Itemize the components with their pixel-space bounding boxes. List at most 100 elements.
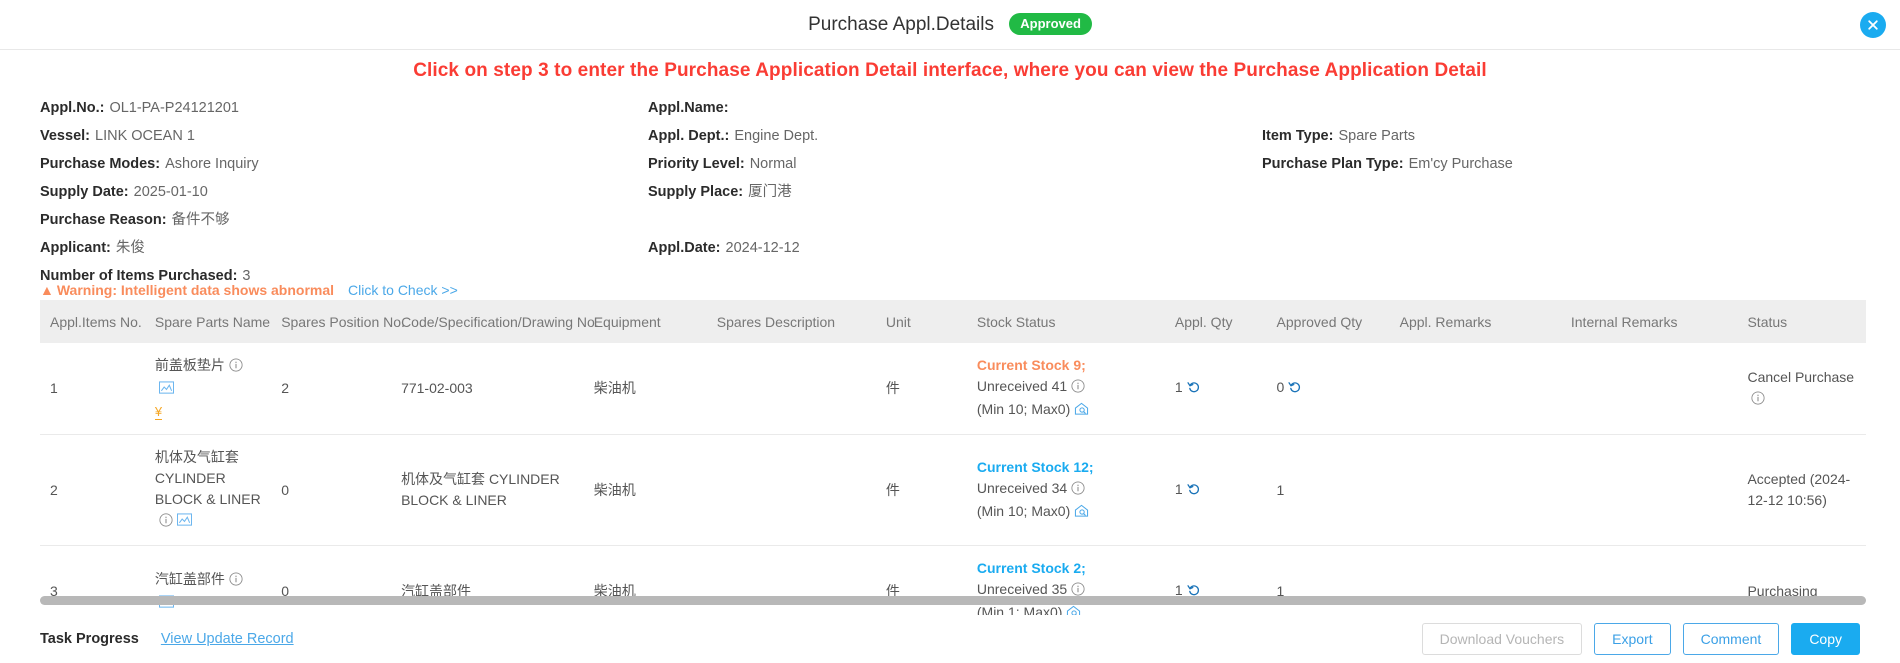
field-label: Item Type:	[1262, 128, 1334, 144]
spare-part-name-text: 机体及气缸套 CYLINDER BLOCK & LINER	[154, 449, 261, 507]
history-revert-icon[interactable]	[1187, 481, 1201, 502]
cell-equipment: 柴油机	[583, 343, 707, 435]
field-value: 2024-12-12	[725, 240, 800, 256]
table-header: Appl.Items No. Spare Parts Name Spares P…	[40, 300, 1866, 343]
cell-approved-qty: 1	[1266, 434, 1390, 546]
image-preview-icon[interactable]	[158, 380, 174, 401]
close-icon[interactable]	[1860, 12, 1886, 38]
cell-equipment: 柴油机	[583, 434, 707, 546]
field-value: Engine Dept.	[734, 128, 819, 144]
unit-value: 件	[885, 481, 900, 498]
cell-status: Accepted (2024-12-12 10:56)	[1737, 434, 1866, 546]
instruction-banner: Click on step 3 to enter the Purchase Ap…	[413, 60, 1487, 81]
col-appl-remarks: Appl. Remarks	[1389, 300, 1561, 343]
approved-qty-value: 0	[1276, 379, 1285, 395]
appl-info-section: Appl.No.: OL1-PA-P24121201 Vessel: LINK OC…	[0, 82, 1900, 284]
stock-min-max: (Min 10; Max0)	[977, 501, 1155, 524]
info-icon[interactable]	[229, 357, 243, 378]
info-icon[interactable]	[1071, 378, 1085, 399]
code-value: 机体及气缸套 CYLINDER BLOCK & LINER	[401, 471, 560, 508]
field-label: Applicant:	[40, 240, 111, 256]
col-appl-qty: Appl. Qty	[1164, 300, 1267, 343]
cell-appl-remarks	[1389, 434, 1561, 546]
stock-min-max-text: (Min 10; Max0)	[976, 502, 1071, 519]
col-code-spec-drawing-no: Code/Specification/Drawing No.	[391, 300, 599, 343]
info-column-left: Appl.No.: OL1-PA-P24121201 Vessel: LINK OC…	[40, 94, 259, 290]
field-value: 2025-01-10	[133, 184, 208, 200]
cell-stock-status: Current Stock 9; Unreceived 41 (Min 10; M…	[966, 343, 1165, 435]
col-approved-qty: Approved Qty	[1266, 300, 1390, 343]
unit-value: 件	[885, 380, 900, 396]
info-icon[interactable]	[1071, 480, 1085, 501]
code-value: 771-02-003	[401, 380, 473, 396]
info-icon[interactable]	[159, 512, 173, 533]
field-supply-date: Supply Date: 2025-01-10	[40, 178, 259, 206]
col-spares-position-no: Spares Position No.	[271, 300, 405, 343]
cell-appl-qty: 1	[1164, 434, 1267, 546]
field-label: Vessel:	[40, 128, 90, 144]
warehouse-search-icon[interactable]	[1074, 401, 1089, 422]
comment-button[interactable]: Comment	[1682, 623, 1780, 655]
current-stock-value: Current Stock 2;	[976, 560, 1086, 576]
cell-spares-position-no: 2	[271, 343, 392, 435]
info-icon[interactable]	[1751, 390, 1766, 411]
field-value: Ashore Inquiry	[165, 156, 259, 172]
field-value: OL1-PA-P24121201	[109, 100, 239, 116]
table-row[interactable]: 2 机体及气缸套 CYLINDER BLOCK & LINER 0 机体及气缸套 CY…	[40, 434, 1866, 546]
cell-internal-remarks	[1560, 343, 1738, 435]
table-row[interactable]: 1 前盖板垫片 ¥2 771-02-003 柴油机 件 Current Stock 9; U…	[40, 343, 1866, 435]
warning-text: Warning: Intelligent data shows abnormal	[56, 282, 335, 298]
horizontal-scrollbar[interactable]	[40, 596, 1866, 605]
field-label: Appl.No.:	[40, 100, 105, 116]
info-icon[interactable]	[229, 571, 243, 592]
field-label: Purchase Plan Type:	[1262, 156, 1404, 172]
page-title: Purchase Appl.Details Approved	[808, 13, 1092, 36]
col-unit: Unit	[875, 300, 967, 343]
col-status: Status	[1737, 300, 1866, 343]
warehouse-search-icon[interactable]	[1074, 503, 1089, 524]
view-update-record-link[interactable]: View Update Record	[161, 631, 294, 647]
cell-spare-parts-name: 前盖板垫片 ¥	[144, 343, 272, 435]
appl-items-no-value: 2	[50, 481, 58, 498]
unreceived-value: Unreceived 41	[976, 378, 1068, 394]
col-stock-status: Stock Status	[966, 300, 1165, 343]
field-value: 厦门港	[748, 184, 792, 200]
cell-code-spec-drawing-no: 771-02-003	[391, 343, 584, 435]
col-spares-description: Spares Description	[706, 300, 876, 343]
unreceived-value: Unreceived 35	[976, 581, 1068, 597]
cell-appl-remarks	[1389, 343, 1561, 435]
field-appl-date: Appl.Date: 2024-12-12	[648, 234, 818, 262]
price-history-icon[interactable]: ¥	[154, 405, 163, 420]
image-preview-icon[interactable]	[176, 512, 192, 533]
field-item-type: Item Type: Spare Parts	[1262, 122, 1513, 150]
field-label: Supply Date:	[40, 184, 129, 200]
appl-qty-value: 1	[1174, 379, 1183, 395]
copy-button[interactable]: Copy	[1791, 623, 1860, 655]
click-to-check-link[interactable]: Click to Check >>	[348, 282, 458, 298]
field-label: Appl. Dept.:	[648, 128, 730, 144]
stock-min-max: (Min 10; Max0)	[977, 399, 1155, 422]
spare-parts-table: Appl.Items No. Spare Parts Name Spares P…	[40, 300, 1866, 638]
cell-stock-status: Current Stock 12; Unreceived 34 (Min 10; …	[966, 434, 1165, 546]
download-vouchers-button[interactable]: Download Vouchers	[1421, 623, 1583, 655]
footer-actions: Download Vouchers Export Comment Copy	[1421, 623, 1860, 655]
row-status-text: Accepted (2024-12-12 10:56)	[1747, 471, 1851, 508]
field-label: Appl.Name:	[648, 100, 729, 116]
dialog-footer: Task Progress View Update Record Downloa…	[0, 615, 1900, 663]
field-supply-place: Supply Place: 厦门港	[648, 178, 818, 206]
stock-status-main: Current Stock 9; Unreceived 41	[977, 355, 1155, 399]
export-button[interactable]: Export	[1594, 623, 1671, 655]
stock-status-main: Current Stock 12; Unreceived 34	[977, 457, 1155, 501]
history-revert-icon[interactable]	[1187, 379, 1201, 400]
field-label: Appl.Date:	[648, 240, 721, 256]
field-appl-no: Appl.No.: OL1-PA-P24121201	[40, 94, 259, 122]
items-grid: Appl.Items No. Spare Parts Name Spares P…	[40, 300, 1866, 638]
table-body: 1 前盖板垫片 ¥2 771-02-003 柴油机件 Current Stock 9; U…	[40, 343, 1866, 638]
field-purchase-plan-type: Purchase Plan Type: Em'cy Purchase	[1262, 150, 1513, 178]
cell-appl-items-no: 2	[40, 434, 145, 546]
field-purchase-reason: Purchase Reason: 备件不够	[40, 206, 259, 234]
history-revert-icon[interactable]	[1288, 379, 1302, 400]
field-purchase-modes: Purchase Modes: Ashore Inquiry	[40, 150, 259, 178]
field-appl-name: Appl.Name:	[648, 94, 818, 122]
